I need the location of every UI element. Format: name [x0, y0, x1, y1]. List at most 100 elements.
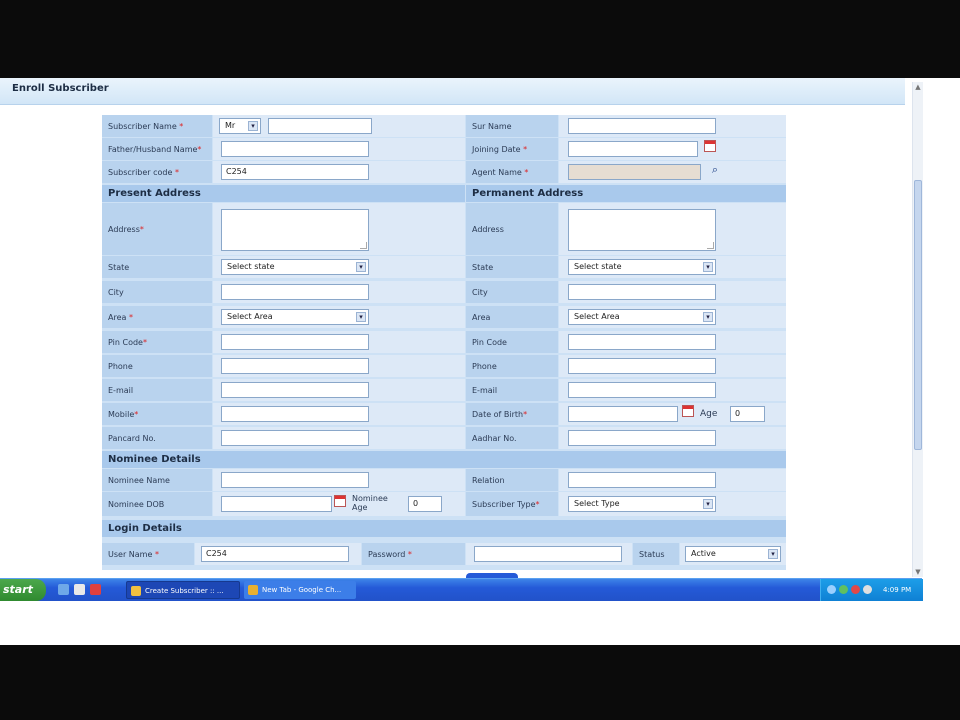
subscriber-code-cell: C254: [213, 161, 465, 183]
permanent-state-label: State: [466, 256, 558, 278]
permanent-city-cell: [559, 281, 786, 303]
title-select[interactable]: Mr ▾: [219, 118, 261, 134]
aadhar-label: Aadhar No.: [466, 427, 558, 449]
present-phone-input[interactable]: [221, 358, 369, 374]
status-label: Status: [633, 543, 679, 565]
present-address-cell: [213, 203, 465, 255]
user-name-input[interactable]: C254: [201, 546, 349, 562]
date-of-birth-label: Date of Birth *: [466, 403, 558, 425]
calendar-icon[interactable]: [682, 405, 694, 417]
permanent-city-input[interactable]: [568, 284, 716, 300]
windows-taskbar: start Create Subscriber :: ... New Tab -…: [0, 578, 923, 601]
present-email-label: E-mail: [102, 379, 212, 401]
chevron-down-icon: ▾: [703, 262, 713, 272]
present-phone-cell: [213, 355, 465, 377]
subscriber-name-label: Subscriber Name *: [102, 115, 212, 137]
permanent-area-cell: Select Area ▾: [559, 306, 786, 328]
permanent-area-label: Area: [466, 306, 558, 328]
nominee-dob-input[interactable]: [221, 496, 332, 512]
antivirus-icon[interactable]: [851, 585, 860, 594]
permanent-email-label: E-mail: [466, 379, 558, 401]
date-of-birth-input[interactable]: [568, 406, 678, 422]
resize-grip-icon[interactable]: [707, 242, 714, 249]
present-email-input[interactable]: [221, 382, 369, 398]
scroll-up-arrow-icon[interactable]: ▲: [913, 82, 923, 92]
father-husband-name-input[interactable]: [221, 141, 369, 157]
present-pin-label: Pin Code *: [102, 331, 212, 353]
permanent-state-select[interactable]: Select state ▾: [568, 259, 716, 275]
app-screen: Enroll Subscriber ▲ ▼ Subscriber Name * …: [0, 78, 960, 645]
resize-grip-icon[interactable]: [360, 242, 367, 249]
agent-name-input[interactable]: [568, 164, 701, 180]
search-binoculars-icon[interactable]: ⌕: [708, 164, 722, 176]
status-select[interactable]: Active ▾: [685, 546, 781, 562]
nominee-name-label: Nominee Name: [102, 469, 212, 491]
subscriber-name-input[interactable]: [268, 118, 372, 134]
age-label: Age: [700, 409, 718, 419]
show-desktop-icon[interactable]: [58, 584, 69, 595]
nominee-age-input[interactable]: 0: [408, 496, 442, 512]
present-city-label: City: [102, 281, 212, 303]
permanent-address-cell: [559, 203, 786, 255]
permanent-phone-input[interactable]: [568, 358, 716, 374]
task-label: New Tab - Google Ch...: [262, 586, 342, 594]
browser-quicklaunch-icon[interactable]: [74, 584, 85, 595]
pancard-cell: [213, 427, 465, 449]
task-new-tab[interactable]: New Tab - Google Ch...: [244, 581, 356, 599]
calendar-icon[interactable]: [334, 495, 346, 507]
mobile-input[interactable]: [221, 406, 369, 422]
letterbox-top: [0, 0, 960, 78]
aadhar-cell: [559, 427, 786, 449]
start-button[interactable]: start: [0, 579, 46, 601]
enroll-subscriber-form: Subscriber Name * Mr ▾ Sur Name Father/Hu…: [102, 115, 786, 570]
nominee-name-cell: [213, 469, 465, 491]
relation-input[interactable]: [568, 472, 716, 488]
user-name-label: User Name *: [102, 543, 194, 565]
vertical-scrollbar[interactable]: ▲ ▼: [912, 82, 923, 577]
joining-date-input[interactable]: [568, 141, 698, 157]
network-icon[interactable]: [827, 585, 836, 594]
password-input[interactable]: [474, 546, 622, 562]
scroll-thumb[interactable]: [914, 180, 922, 450]
present-state-cell: Select state ▾: [213, 256, 465, 278]
task-create-subscriber[interactable]: Create Subscriber :: ...: [126, 581, 240, 599]
agent-name-label: Agent Name *: [466, 161, 558, 183]
subscriber-code-label: Subscriber code *: [102, 161, 212, 183]
chevron-down-icon: ▾: [703, 312, 713, 322]
present-pin-input[interactable]: [221, 334, 369, 350]
subscriber-code-input[interactable]: C254: [221, 164, 369, 180]
present-city-input[interactable]: [221, 284, 369, 300]
volume-icon[interactable]: [863, 585, 872, 594]
media-quicklaunch-icon[interactable]: [90, 584, 101, 595]
sur-name-input[interactable]: [568, 118, 716, 134]
relation-cell: [559, 469, 786, 491]
present-address-textarea[interactable]: [221, 209, 369, 251]
chevron-down-icon: ▾: [248, 121, 258, 131]
present-state-select[interactable]: Select state ▾: [221, 259, 369, 275]
nominee-name-input[interactable]: [221, 472, 369, 488]
subscriber-type-select[interactable]: Select Type ▾: [568, 496, 716, 512]
permanent-city-label: City: [466, 281, 558, 303]
pancard-label: Pancard No.: [102, 427, 212, 449]
pancard-input[interactable]: [221, 430, 369, 446]
chevron-down-icon: ▾: [768, 549, 778, 559]
password-label: Password *: [362, 543, 465, 565]
clock: 4:09 PM: [883, 586, 912, 594]
agent-name-cell: ⌕: [559, 161, 786, 183]
permanent-area-select[interactable]: Select Area ▾: [568, 309, 716, 325]
aadhar-input[interactable]: [568, 430, 716, 446]
mobile-cell: [213, 403, 465, 425]
permanent-pin-input[interactable]: [568, 334, 716, 350]
present-email-cell: [213, 379, 465, 401]
security-icon[interactable]: [839, 585, 848, 594]
permanent-email-input[interactable]: [568, 382, 716, 398]
present-area-select[interactable]: Select Area ▾: [221, 309, 369, 325]
present-address-heading: Present Address: [102, 185, 465, 202]
age-input[interactable]: 0: [730, 406, 765, 422]
joining-date-label: Joining Date *: [466, 138, 558, 160]
father-husband-name-cell: [213, 138, 465, 160]
scroll-down-arrow-icon[interactable]: ▼: [913, 567, 923, 577]
present-address-label: Address *: [102, 203, 212, 255]
permanent-address-textarea[interactable]: [568, 209, 716, 251]
calendar-icon[interactable]: [704, 140, 716, 152]
